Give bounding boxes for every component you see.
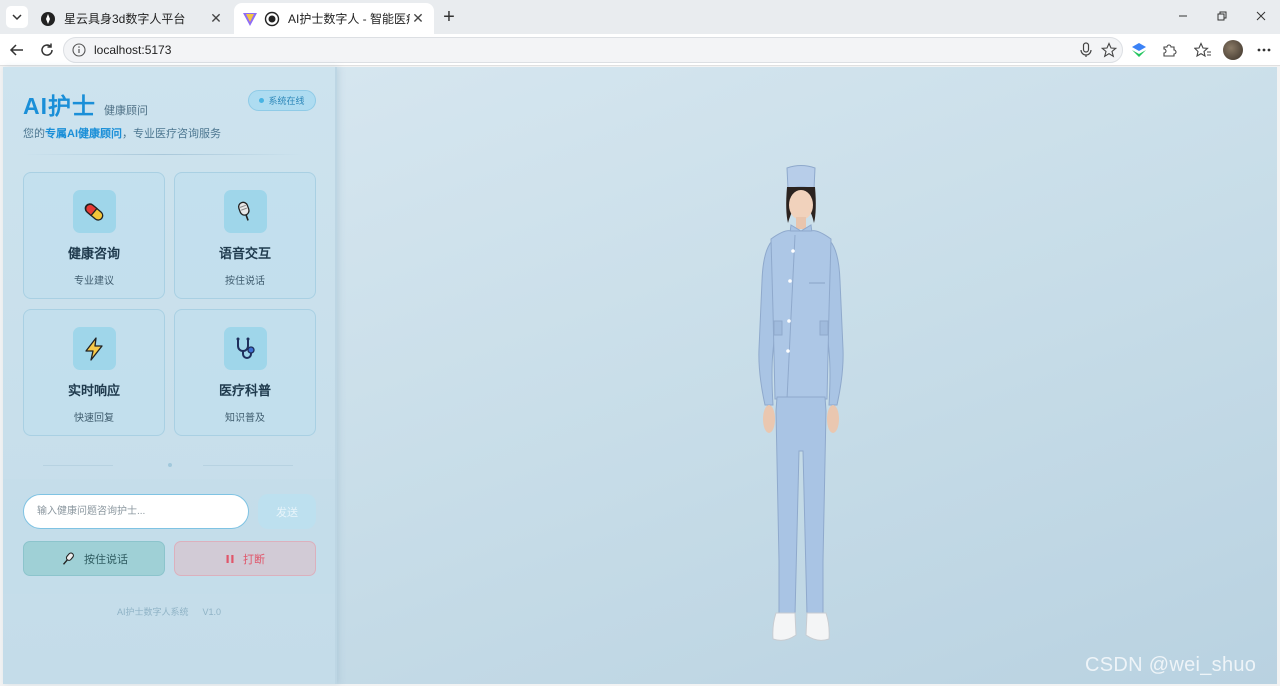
microphone-icon <box>62 552 74 565</box>
stethoscope-icon <box>236 337 255 359</box>
card-desc: 按住说话 <box>225 276 265 287</box>
interrupt-button[interactable]: 打断 <box>174 541 316 576</box>
divider <box>23 154 303 155</box>
card-icon-box <box>223 190 267 233</box>
chevron-down-icon <box>12 14 22 21</box>
tab-list-button[interactable] <box>6 6 28 28</box>
close-window-button[interactable] <box>1246 6 1276 26</box>
card-desc: 快速回复 <box>74 413 114 424</box>
watermark-text: CSDN @wei_shuo <box>1085 654 1257 676</box>
favorite-button[interactable] <box>1100 41 1118 59</box>
extension-button-1[interactable] <box>1130 41 1148 59</box>
interrupt-label: 打断 <box>243 553 265 566</box>
brand: AI护士 健康顾问 <box>23 87 148 121</box>
status-badge: 系统在线 <box>248 90 316 111</box>
more-icon <box>1257 48 1271 52</box>
feature-card-health-consult[interactable]: 健康咨询 专业建议 <box>23 172 165 299</box>
info-icon <box>72 43 86 57</box>
nurse-avatar <box>758 165 844 641</box>
section-separator <box>43 463 293 469</box>
feature-card-voice[interactable]: 语音交互 按住说话 <box>174 172 316 299</box>
sidebar: AI护士 健康顾问 系统在线 您的专属AI健康顾问，专业医疗咨询服务 健康咨询 … <box>3 67 337 684</box>
card-title: 实时响应 <box>67 383 120 398</box>
restore-button[interactable] <box>1207 6 1237 26</box>
star-icon <box>1101 42 1117 58</box>
tab-bar: 星云具身3d数字人平台 ✕ AI护士数字人 - 智能医疗助手 ✕ + <box>0 0 1280 34</box>
feature-card-medical-science[interactable]: 医疗科普 知识普及 <box>174 309 316 436</box>
site-favicon-icon <box>41 11 55 26</box>
chat-input-panel: 发送 按住说话 打断 <box>3 479 335 594</box>
close-tab-icon[interactable]: ✕ <box>208 10 224 27</box>
app-page: AI护士 健康顾问 系统在线 您的专属AI健康顾问，专业医疗咨询服务 健康咨询 … <box>3 67 1277 684</box>
tagline-suffix: ，专业医疗咨询服务 <box>122 128 221 140</box>
new-tab-button[interactable]: + <box>440 7 458 27</box>
chat-input[interactable] <box>23 494 249 529</box>
card-title: 语音交互 <box>218 246 271 261</box>
brand-title: AI护士 <box>23 93 96 119</box>
lightning-icon <box>85 336 103 361</box>
card-title: 健康咨询 <box>67 246 120 261</box>
card-desc: 知识普及 <box>225 413 265 424</box>
tab-xingyun[interactable]: 星云具身3d数字人平台 ✕ <box>32 3 232 34</box>
card-title: 医疗科普 <box>218 383 271 398</box>
close-tab-icon[interactable]: ✕ <box>410 10 426 27</box>
favorites-star-icon <box>1194 42 1211 58</box>
microphone-icon <box>1080 42 1092 57</box>
browser-toolbar: localhost:5173 <box>0 34 1280 66</box>
microphone-icon <box>237 201 250 221</box>
tagline: 您的专属AI健康顾问，专业医疗咨询服务 <box>23 125 221 141</box>
status-text: 系统在线 <box>268 96 305 106</box>
reload-button[interactable] <box>38 41 56 59</box>
push-to-talk-label: 按住说话 <box>84 553 128 566</box>
card-desc: 专业建议 <box>74 276 114 287</box>
tab-title: 星云具身3d数字人平台 <box>64 12 186 26</box>
favorites-button[interactable] <box>1194 41 1212 59</box>
minimize-icon <box>1179 15 1187 17</box>
tab-title: AI护士数字人 - 智能医疗助手 <box>288 12 410 26</box>
puzzle-icon <box>1163 44 1177 57</box>
back-button[interactable] <box>8 41 26 59</box>
reload-icon <box>41 43 53 56</box>
footer-version: V1.0 <box>202 607 222 617</box>
minimize-button[interactable] <box>1168 6 1198 26</box>
address-bar[interactable]: localhost:5173 <box>63 37 1123 63</box>
vite-favicon-icon <box>243 12 257 26</box>
tagline-prefix: 您的 <box>23 128 45 140</box>
push-to-talk-button[interactable]: 按住说话 <box>23 541 165 576</box>
close-icon <box>1256 11 1266 21</box>
sidebar-footer: AI护士数字人系统 V1.0 <box>3 605 335 618</box>
tab-ai-nurse[interactable]: AI护士数字人 - 智能医疗助手 ✕ <box>234 3 434 34</box>
restore-icon <box>1217 11 1227 21</box>
back-arrow-icon <box>9 44 23 56</box>
feature-card-realtime[interactable]: 实时响应 快速回复 <box>23 309 165 436</box>
status-dot-icon <box>259 98 265 103</box>
brand-subtitle: 健康顾问 <box>104 105 148 117</box>
card-icon-box <box>223 327 267 370</box>
footer-system-name: AI护士数字人系统 <box>116 607 189 617</box>
voice-search-button[interactable] <box>1077 41 1095 59</box>
pill-icon <box>84 202 104 221</box>
tagline-highlight: 专属AI健康顾问 <box>45 128 122 140</box>
url-text: localhost:5173 <box>94 43 172 57</box>
card-icon-box <box>72 190 116 233</box>
extensions-button[interactable] <box>1160 41 1178 59</box>
extension-logo-icon <box>1132 43 1146 57</box>
more-menu-button[interactable] <box>1255 41 1273 59</box>
card-icon-box <box>72 327 116 370</box>
recording-indicator-icon <box>264 11 280 26</box>
pause-icon <box>226 554 234 563</box>
send-button[interactable]: 发送 <box>258 494 316 529</box>
profile-avatar[interactable] <box>1223 40 1243 60</box>
